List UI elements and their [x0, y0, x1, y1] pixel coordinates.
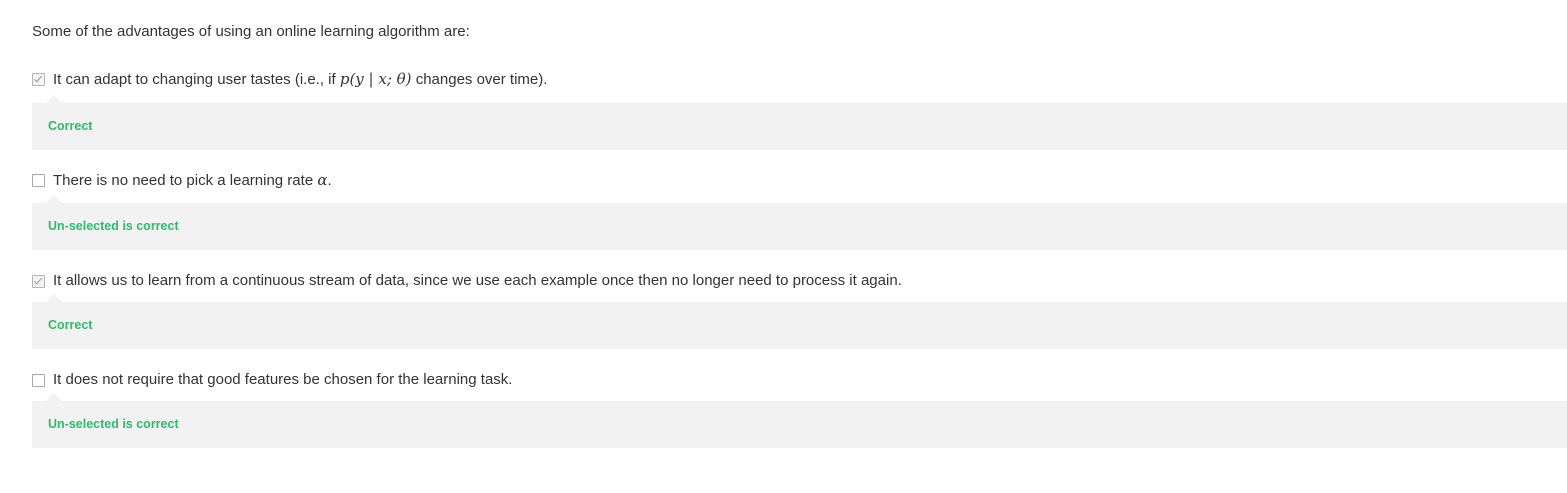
checkmark-icon: [33, 73, 43, 83]
option-1-checkbox[interactable]: [32, 73, 45, 86]
option-2-math: α: [317, 171, 328, 189]
option-4-feedback: Un-selected is correct: [32, 393, 1567, 448]
option-3-text-before: It allows us to learn from a continuous …: [53, 272, 902, 289]
option-4-label: It does not require that good features b…: [53, 370, 512, 390]
option-2[interactable]: There is no need to pick a learning rate…: [32, 170, 332, 191]
option-4-checkbox[interactable]: [32, 373, 45, 387]
option-2-checkbox[interactable]: [32, 174, 45, 187]
option-2-text-after: .: [327, 172, 332, 189]
option-2-feedback: Un-selected is correct: [32, 195, 1567, 250]
option-1-label: It can adapt to changing user tastes (i.…: [53, 69, 547, 90]
option-3-label: It allows us to learn from a continuous …: [53, 271, 902, 291]
checkmark-icon: [33, 275, 43, 284]
option-4-text-before: It does not require that good features b…: [53, 371, 513, 388]
option-2-label: There is no need to pick a learning rate…: [53, 170, 332, 191]
option-1[interactable]: It can adapt to changing user tastes (i.…: [32, 69, 547, 90]
option-4-feedback-label: Un-selected is correct: [48, 417, 179, 431]
option-4[interactable]: It does not require that good features b…: [32, 370, 512, 390]
option-1-feedback: Correct: [32, 95, 1567, 150]
option-2-text-before: There is no need to pick a learning rate: [53, 172, 318, 189]
option-1-feedback-label: Correct: [48, 119, 93, 133]
option-1-text-before: It can adapt to changing user tastes (i.…: [53, 71, 340, 88]
option-1-text-after: changes over time).: [411, 71, 548, 88]
option-3-feedback-label: Correct: [48, 318, 93, 332]
question-prompt: Some of the advantages of using an onlin…: [32, 23, 470, 40]
option-2-feedback-label: Un-selected is correct: [48, 219, 179, 233]
option-1-math: p(y | x; θ): [339, 70, 412, 88]
option-3[interactable]: It allows us to learn from a continuous …: [32, 271, 902, 291]
option-3-checkbox[interactable]: [32, 274, 45, 288]
option-3-feedback: Correct: [32, 294, 1567, 349]
